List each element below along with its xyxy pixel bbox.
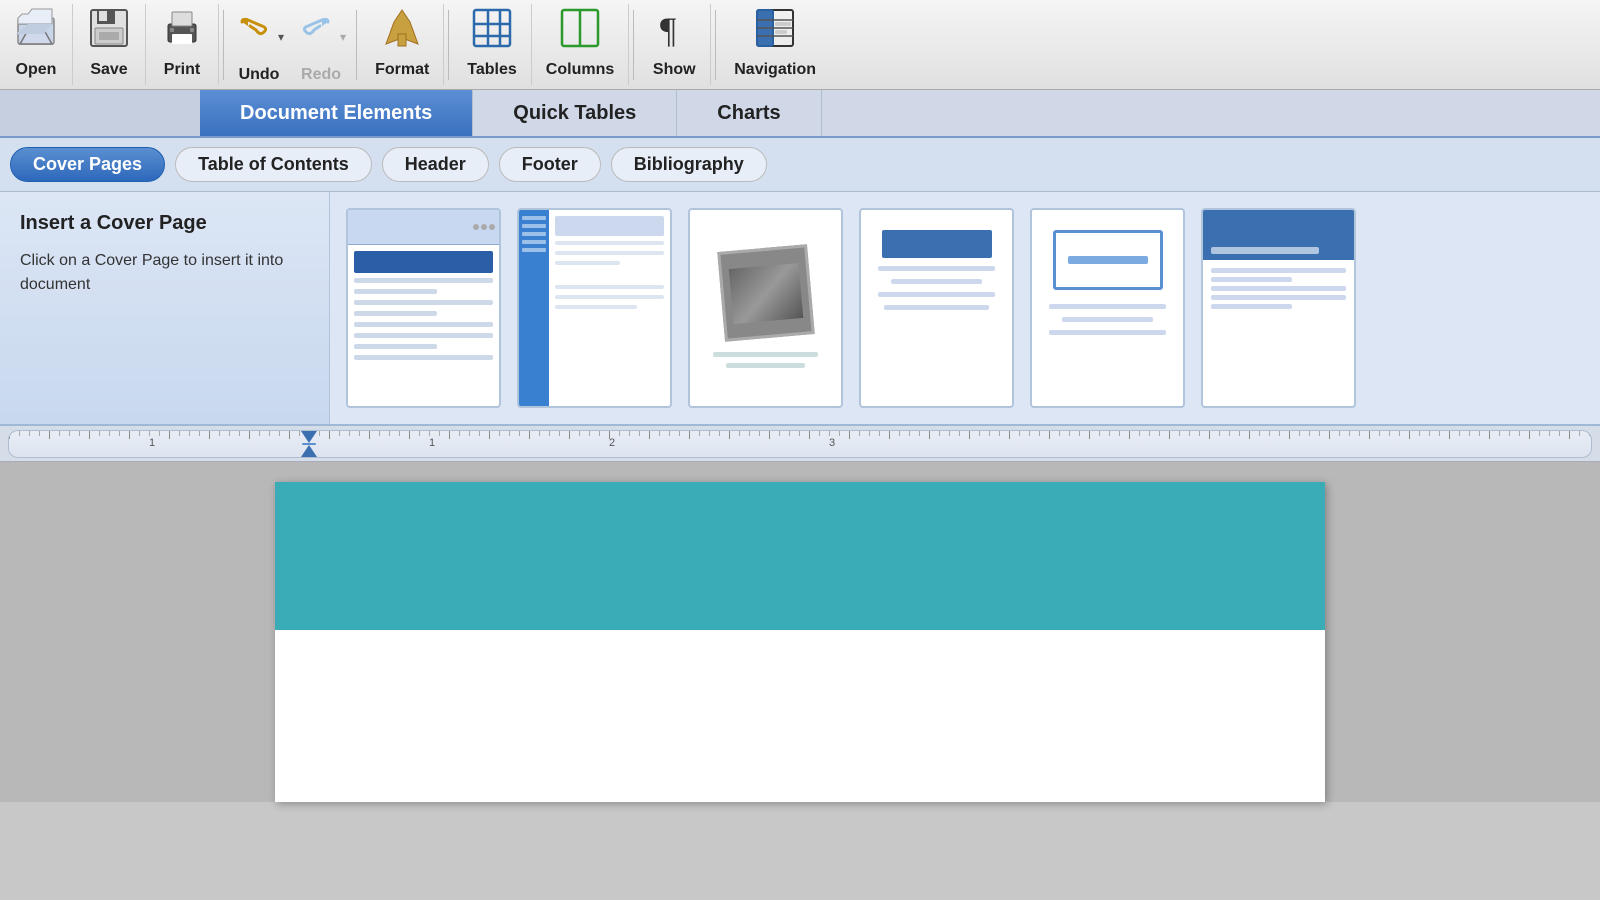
cover-section: Insert a Cover Page Click on a Cover Pag…: [0, 192, 1600, 426]
ruler-container: 1 1 2 3: [0, 426, 1600, 462]
navigation-button[interactable]: Navigation: [720, 4, 830, 85]
columns-icon: [558, 6, 602, 57]
ruler-num-2: 2: [609, 437, 615, 449]
format-icon: [380, 6, 424, 57]
cover-description: Insert a Cover Page Click on a Cover Pag…: [0, 192, 330, 424]
sep1: [223, 10, 224, 80]
save-label: Save: [90, 61, 127, 79]
ribbon-tabs: Document Elements Quick Tables Charts: [0, 90, 1600, 138]
subtab-bibliography[interactable]: Bibliography: [611, 147, 767, 182]
open-icon: [14, 6, 58, 57]
subtab-cover-pages[interactable]: Cover Pages: [10, 147, 165, 182]
sep5: [715, 10, 716, 80]
cover-templates: [330, 192, 1600, 424]
print-button[interactable]: Print: [146, 4, 219, 85]
sep3: [448, 10, 449, 80]
ribbon-spacer: [0, 90, 200, 136]
tab-quick-tables[interactable]: Quick Tables: [473, 90, 677, 136]
format-button[interactable]: Format: [361, 4, 444, 85]
tables-label: Tables: [467, 61, 517, 79]
tab-triangle-bot: [301, 445, 317, 457]
redo-icon: [296, 12, 336, 58]
ruler-ticks-large: [9, 431, 1591, 457]
sep4: [633, 10, 634, 80]
svg-text:¶: ¶: [660, 10, 676, 50]
tables-button[interactable]: Tables: [453, 4, 532, 85]
tables-icon: [470, 6, 514, 57]
undo-icon: [234, 12, 274, 58]
cover-template-5[interactable]: [1030, 208, 1185, 408]
columns-button[interactable]: Columns: [532, 4, 629, 85]
subtab-header[interactable]: Header: [382, 147, 489, 182]
show-label: Show: [653, 61, 696, 79]
ruler-num-1: 1: [149, 437, 155, 449]
undo-button[interactable]: ▾ Undo: [228, 0, 290, 90]
open-button[interactable]: Open: [0, 4, 73, 85]
redo-arrow: ▾: [340, 30, 346, 44]
tab-charts[interactable]: Charts: [677, 90, 821, 136]
cover-template-4[interactable]: [859, 208, 1014, 408]
open-label: Open: [16, 61, 57, 79]
cover-template-6[interactable]: [1201, 208, 1356, 408]
ruler-num-1b: 1: [429, 437, 435, 449]
redo-button[interactable]: ▾ Redo: [290, 0, 352, 90]
document-page: [275, 482, 1325, 802]
save-button[interactable]: Save: [73, 4, 146, 85]
sep2: [356, 10, 357, 80]
subtab-footer[interactable]: Footer: [499, 147, 601, 182]
document-teal-header: [275, 482, 1325, 630]
ruler-num-3: 3: [829, 437, 835, 449]
ruler: 1 1 2 3: [8, 430, 1592, 458]
navigation-label: Navigation: [734, 61, 816, 79]
format-label: Format: [375, 61, 429, 79]
undo-arrow: ▾: [278, 30, 284, 44]
show-icon: ¶: [652, 6, 696, 57]
columns-label: Columns: [546, 61, 614, 79]
tab-stop-marker[interactable]: [299, 431, 319, 457]
redo-label: Redo: [301, 66, 341, 84]
save-icon: [87, 6, 131, 57]
document-area: [0, 462, 1600, 802]
print-icon: [160, 6, 204, 57]
cover-desc: Click on a Cover Page to insert it into …: [20, 249, 309, 297]
show-button[interactable]: ¶ Show: [638, 4, 711, 85]
subtabs: Cover Pages Table of Contents Header Foo…: [0, 138, 1600, 192]
tab-triangle-top: [301, 431, 317, 443]
cover-template-1[interactable]: [346, 208, 501, 408]
cover-title: Insert a Cover Page: [20, 212, 309, 235]
navigation-icon: [753, 6, 797, 57]
undo-label: Undo: [239, 66, 280, 84]
cover-template-3[interactable]: [688, 208, 843, 408]
print-label: Print: [164, 61, 200, 79]
tab-document-elements[interactable]: Document Elements: [200, 90, 473, 136]
subtab-table-of-contents[interactable]: Table of Contents: [175, 147, 372, 182]
toolbar: Open Save Print: [0, 0, 1600, 90]
cover-template-2[interactable]: [517, 208, 672, 408]
